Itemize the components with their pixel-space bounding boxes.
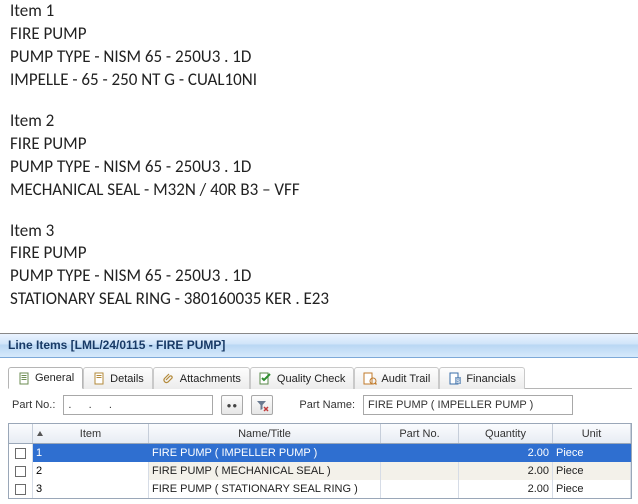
item-title: Item 2 [10,110,630,133]
clear-filter-button[interactable] [251,395,273,415]
cell-unit: Piece [553,444,631,462]
lookup-button[interactable]: ●● [221,395,243,415]
cell-unit: Piece [553,462,631,480]
item-title: Item 1 [10,0,630,23]
tab-label: Financials [466,373,516,385]
cell-item: 2 [33,462,149,480]
tab-financials[interactable]: $ Financials [439,367,525,389]
partname-input[interactable] [363,395,573,415]
item-line: PUMP TYPE - NISM 65 - 250U3 . 1D [10,265,630,288]
tab-attachments[interactable]: Attachments [153,367,250,389]
cell-quantity: 2.00 [459,444,553,462]
item-line: FIRE PUMP [10,242,630,265]
cell-partno [381,480,459,498]
tab-label: Audit Trail [381,373,430,385]
col-header-label: Name/Title [238,428,291,440]
tab-general[interactable]: General [8,367,83,389]
col-header-name[interactable]: Name/Title [149,424,381,443]
partname-label: Part Name: [299,399,355,411]
cell-quantity: 2.00 [459,480,553,498]
table-row[interactable]: 2 FIRE PUMP ( MECHANICAL SEAL ) 2.00 Pie… [9,462,631,480]
item-line: STATIONARY SEAL RING - 380160035 KER . E… [10,288,630,311]
partno-input[interactable] [63,395,213,415]
item-line: MECHANICAL SEAL - M32N / 40R B3 – VFF [10,179,630,202]
col-header-quantity[interactable]: Quantity [459,424,553,443]
item-line: FIRE PUMP [10,23,630,46]
checklist-icon [259,372,273,386]
grid-header-row: Item Name/Title Part No. Quantity Unit [9,424,631,444]
document-icon [17,371,31,385]
cell-name: FIRE PUMP ( IMPELLER PUMP ) [149,444,381,462]
partno-label: Part No.: [12,399,55,411]
col-header-label: Unit [582,428,602,440]
audit-icon [363,372,377,386]
line-items-panel: Line Items [LML/24/0115 - FIRE PUMP] Gen… [0,333,638,499]
table-row[interactable]: 3 FIRE PUMP ( STATIONARY SEAL RING ) 2.0… [9,480,631,498]
filter-bar: Part No.: ●● Part Name: [8,389,632,423]
cell-quantity: 2.00 [459,462,553,480]
item-line: IMPELLE - 65 - 250 NT G - CUAL10NI [10,69,630,92]
tab-details[interactable]: Details [83,367,153,389]
tab-bar: General Details Attachments Quality Chec… [8,366,632,389]
row-checkbox[interactable] [15,484,26,495]
tab-quality-check[interactable]: Quality Check [250,367,354,389]
cell-partno [381,462,459,480]
line-items-grid: Item Name/Title Part No. Quantity Unit 1… [8,423,632,499]
sort-asc-icon [37,431,43,436]
tab-label: General [35,372,74,384]
cell-partno [381,444,459,462]
cell-name: FIRE PUMP ( STATIONARY SEAL RING ) [149,480,381,498]
col-header-item[interactable]: Item [33,424,149,443]
cell-item: 1 [33,444,149,462]
financials-icon: $ [448,372,462,386]
panel-title: Line Items [LML/24/0115 - FIRE PUMP] [0,334,638,358]
paperclip-icon [162,372,176,386]
row-checkbox[interactable] [15,448,26,459]
row-checkbox[interactable] [15,466,26,477]
tab-label: Quality Check [277,373,345,385]
cell-unit: Piece [553,480,631,498]
table-row[interactable]: 1 FIRE PUMP ( IMPELLER PUMP ) 2.00 Piece [9,444,631,462]
tab-audit-trail[interactable]: Audit Trail [354,367,439,389]
col-header-checkbox[interactable] [9,424,33,443]
item-line: FIRE PUMP [10,133,630,156]
funnel-clear-icon [256,399,269,412]
tab-label: Attachments [180,373,241,385]
tab-label: Details [110,373,144,385]
col-header-label: Item [80,428,101,440]
col-header-partno[interactable]: Part No. [381,424,459,443]
document-text-block: Item 1 FIRE PUMP PUMP TYPE - NISM 65 - 2… [0,0,638,333]
item-line: PUMP TYPE - NISM 65 - 250U3 . 1D [10,156,630,179]
col-header-label: Part No. [399,428,439,440]
document-icon [92,372,106,386]
cell-name: FIRE PUMP ( MECHANICAL SEAL ) [149,462,381,480]
col-header-label: Quantity [485,428,526,440]
cell-item: 3 [33,480,149,498]
item-line: PUMP TYPE - NISM 65 - 250U3 . 1D [10,46,630,69]
ellipsis-icon: ●● [227,401,239,410]
item-title: Item 3 [10,220,630,243]
col-header-unit[interactable]: Unit [553,424,631,443]
